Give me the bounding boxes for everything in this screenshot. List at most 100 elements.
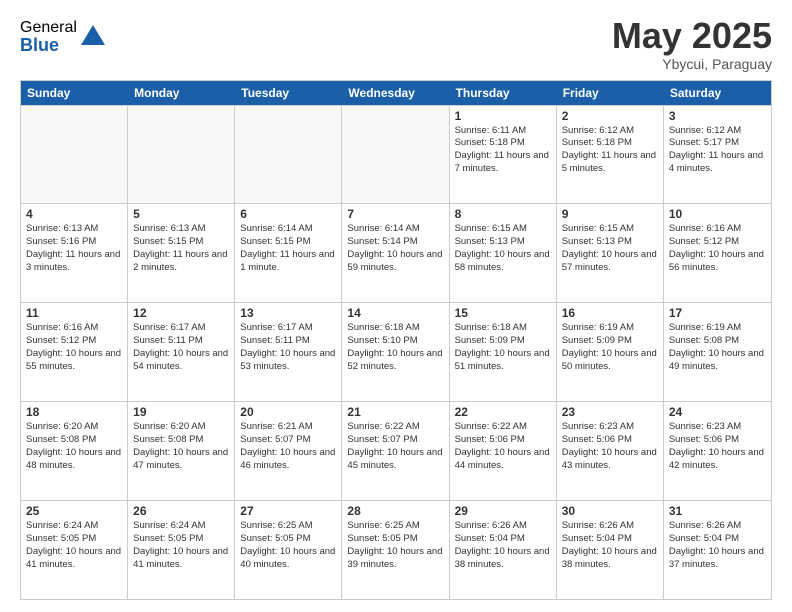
day-number: 9 [562, 207, 658, 221]
day-number: 7 [347, 207, 443, 221]
day-info: Sunrise: 6:14 AMSunset: 5:14 PMDaylight:… [347, 223, 443, 274]
day-info: Sunrise: 6:21 AMSunset: 5:07 PMDaylight:… [240, 421, 336, 472]
header-day-tuesday: Tuesday [235, 81, 342, 105]
header-day-friday: Friday [557, 81, 664, 105]
day-number: 30 [562, 504, 658, 518]
day-info: Sunrise: 6:22 AMSunset: 5:07 PMDaylight:… [347, 421, 443, 472]
day-info: Sunrise: 6:22 AMSunset: 5:06 PMDaylight:… [455, 421, 551, 472]
day-info: Sunrise: 6:23 AMSunset: 5:06 PMDaylight:… [562, 421, 658, 472]
cal-cell: 28 Sunrise: 6:25 AMSunset: 5:05 PMDayligh… [342, 501, 449, 599]
day-info: Sunrise: 6:18 AMSunset: 5:09 PMDaylight:… [455, 322, 551, 373]
cal-cell: 6Sunrise: 6:14 AMSunset: 5:15 PMDaylight… [235, 204, 342, 302]
day-number: 28 [347, 504, 443, 518]
cal-cell: 13 Sunrise: 6:17 AMSunset: 5:11 PMDayligh… [235, 303, 342, 401]
day-info: Sunrise: 6:19 AMSunset: 5:08 PMDaylight:… [669, 322, 766, 373]
page: General Blue May 2025 Ybycui, Paraguay S… [0, 0, 792, 612]
cal-cell [342, 106, 449, 204]
day-info: Sunrise: 6:25 AMSunset: 5:05 PMDaylight:… [347, 520, 443, 571]
day-info: Sunrise: 6:13 AMSunset: 5:15 PMDaylight:… [133, 223, 229, 274]
cal-cell: 3 Sunrise: 6:12 AMSunset: 5:17 PMDaylight… [664, 106, 771, 204]
cal-cell: 17 Sunrise: 6:19 AMSunset: 5:08 PMDayligh… [664, 303, 771, 401]
cal-week-5: 25Sunrise: 6:24 AMSunset: 5:05 PMDayligh… [21, 500, 771, 599]
day-info: Sunrise: 6:12 AMSunset: 5:17 PMDaylight:… [669, 125, 766, 176]
day-number: 15 [455, 306, 551, 320]
day-info: Sunrise: 6:17 AMSunset: 5:11 PMDaylight:… [240, 322, 336, 373]
day-number: 23 [562, 405, 658, 419]
cal-cell: 25Sunrise: 6:24 AMSunset: 5:05 PMDayligh… [21, 501, 128, 599]
day-number: 10 [669, 207, 766, 221]
month-title: May 2025 [612, 16, 772, 56]
day-info: Sunrise: 6:15 AMSunset: 5:13 PMDaylight:… [455, 223, 551, 274]
day-number: 17 [669, 306, 766, 320]
day-info: Sunrise: 6:26 AMSunset: 5:04 PMDaylight:… [669, 520, 766, 571]
day-info: Sunrise: 6:26 AMSunset: 5:04 PMDaylight:… [562, 520, 658, 571]
calendar-header: SundayMondayTuesdayWednesdayThursdayFrid… [21, 81, 771, 105]
logo-text: General Blue [20, 20, 77, 54]
cal-cell: 31Sunrise: 6:26 AMSunset: 5:04 PMDayligh… [664, 501, 771, 599]
header-day-thursday: Thursday [450, 81, 557, 105]
day-number: 2 [562, 109, 658, 123]
day-info: Sunrise: 6:25 AMSunset: 5:05 PMDaylight:… [240, 520, 336, 571]
cal-cell: 23 Sunrise: 6:23 AMSunset: 5:06 PMDayligh… [557, 402, 664, 500]
calendar: SundayMondayTuesdayWednesdayThursdayFrid… [20, 80, 772, 600]
day-info: Sunrise: 6:12 AMSunset: 5:18 PMDaylight:… [562, 125, 658, 176]
cal-cell [21, 106, 128, 204]
day-info: Sunrise: 6:26 AMSunset: 5:04 PMDaylight:… [455, 520, 551, 571]
cal-cell [235, 106, 342, 204]
day-number: 1 [455, 109, 551, 123]
logo-icon [79, 23, 107, 51]
day-info: Sunrise: 6:16 AMSunset: 5:12 PMDaylight:… [26, 322, 122, 373]
cal-cell: 10Sunrise: 6:16 AMSunset: 5:12 PMDayligh… [664, 204, 771, 302]
logo-blue: Blue [20, 36, 77, 54]
day-number: 8 [455, 207, 551, 221]
cal-week-4: 18 Sunrise: 6:20 AMSunset: 5:08 PMDayligh… [21, 401, 771, 500]
cal-cell: 14Sunrise: 6:18 AMSunset: 5:10 PMDayligh… [342, 303, 449, 401]
cal-week-1: 1 Sunrise: 6:11 AMSunset: 5:18 PMDaylight… [21, 105, 771, 204]
logo: General Blue [20, 20, 107, 54]
day-number: 18 [26, 405, 122, 419]
header-day-monday: Monday [128, 81, 235, 105]
cal-week-3: 11 Sunrise: 6:16 AMSunset: 5:12 PMDayligh… [21, 302, 771, 401]
title-block: May 2025 Ybycui, Paraguay [612, 16, 772, 72]
day-number: 4 [26, 207, 122, 221]
header-day-saturday: Saturday [664, 81, 771, 105]
day-number: 11 [26, 306, 122, 320]
cal-cell: 16 Sunrise: 6:19 AMSunset: 5:09 PMDayligh… [557, 303, 664, 401]
cal-cell: 5 Sunrise: 6:13 AMSunset: 5:15 PMDaylight… [128, 204, 235, 302]
cal-cell: 26 Sunrise: 6:24 AMSunset: 5:05 PMDayligh… [128, 501, 235, 599]
day-info: Sunrise: 6:20 AMSunset: 5:08 PMDaylight:… [133, 421, 229, 472]
cal-cell: 30 Sunrise: 6:26 AMSunset: 5:04 PMDayligh… [557, 501, 664, 599]
cal-cell: 27Sunrise: 6:25 AMSunset: 5:05 PMDayligh… [235, 501, 342, 599]
day-info: Sunrise: 6:13 AMSunset: 5:16 PMDaylight:… [26, 223, 122, 274]
day-number: 21 [347, 405, 443, 419]
day-info: Sunrise: 6:19 AMSunset: 5:09 PMDaylight:… [562, 322, 658, 373]
day-number: 29 [455, 504, 551, 518]
cal-cell: 4 Sunrise: 6:13 AMSunset: 5:16 PMDaylight… [21, 204, 128, 302]
calendar-body: 1 Sunrise: 6:11 AMSunset: 5:18 PMDaylight… [21, 105, 771, 599]
subtitle: Ybycui, Paraguay [612, 56, 772, 72]
cal-cell: 2 Sunrise: 6:12 AMSunset: 5:18 PMDaylight… [557, 106, 664, 204]
cal-cell: 19 Sunrise: 6:20 AMSunset: 5:08 PMDayligh… [128, 402, 235, 500]
header-day-wednesday: Wednesday [342, 81, 449, 105]
cal-cell: 12 Sunrise: 6:17 AMSunset: 5:11 PMDayligh… [128, 303, 235, 401]
day-number: 6 [240, 207, 336, 221]
day-info: Sunrise: 6:17 AMSunset: 5:11 PMDaylight:… [133, 322, 229, 373]
day-number: 13 [240, 306, 336, 320]
day-number: 3 [669, 109, 766, 123]
day-number: 5 [133, 207, 229, 221]
day-info: Sunrise: 6:11 AMSunset: 5:18 PMDaylight:… [455, 125, 551, 176]
day-number: 16 [562, 306, 658, 320]
day-info: Sunrise: 6:18 AMSunset: 5:10 PMDaylight:… [347, 322, 443, 373]
day-info: Sunrise: 6:15 AMSunset: 5:13 PMDaylight:… [562, 223, 658, 274]
day-info: Sunrise: 6:24 AMSunset: 5:05 PMDaylight:… [133, 520, 229, 571]
day-number: 19 [133, 405, 229, 419]
day-number: 26 [133, 504, 229, 518]
cal-cell: 29 Sunrise: 6:26 AMSunset: 5:04 PMDayligh… [450, 501, 557, 599]
cal-cell: 7 Sunrise: 6:14 AMSunset: 5:14 PMDaylight… [342, 204, 449, 302]
cal-cell: 24Sunrise: 6:23 AMSunset: 5:06 PMDayligh… [664, 402, 771, 500]
cal-cell: 21 Sunrise: 6:22 AMSunset: 5:07 PMDayligh… [342, 402, 449, 500]
cal-week-2: 4 Sunrise: 6:13 AMSunset: 5:16 PMDaylight… [21, 203, 771, 302]
day-number: 24 [669, 405, 766, 419]
day-number: 12 [133, 306, 229, 320]
cal-cell: 11 Sunrise: 6:16 AMSunset: 5:12 PMDayligh… [21, 303, 128, 401]
